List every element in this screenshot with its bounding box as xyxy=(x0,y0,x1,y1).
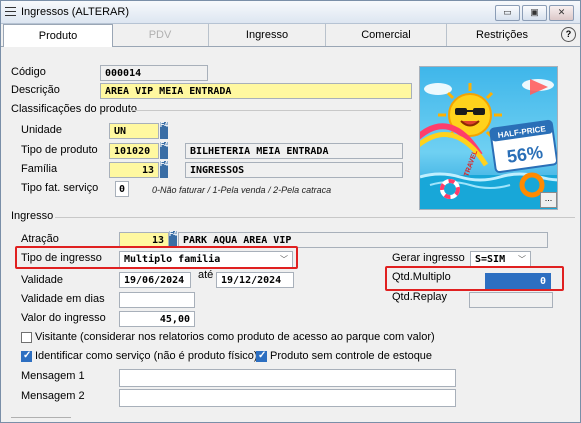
unidade-label: Unidade xyxy=(21,124,62,136)
gerar-ingresso-label: Gerar ingresso xyxy=(392,252,465,264)
qtd-replay-field[interactable] xyxy=(469,292,553,308)
tipo-ingresso-highlight xyxy=(15,246,298,269)
close-button[interactable]: ✕ xyxy=(549,5,574,21)
validade-dias-label: Validade em dias xyxy=(21,293,105,305)
ingresso-divider xyxy=(55,217,575,218)
half-price-promo-image: HALF-PRICE 56% TRAVEL xyxy=(420,67,557,209)
title-bar: Ingressos (ALTERAR) ▭ ▣ ✕ xyxy=(1,1,580,24)
identificar-servico-checkbox[interactable] xyxy=(21,350,32,362)
window-title: Ingressos (ALTERAR) xyxy=(21,6,129,18)
sem-estoque-label: Produto sem controle de estoque xyxy=(270,350,433,362)
visitante-label: Visitante (considerar nos relatorios com… xyxy=(35,331,435,343)
validade-label: Validade xyxy=(21,274,63,286)
classificacoes-divider xyxy=(131,110,411,111)
familia-label: Família xyxy=(21,163,58,175)
image-browse-button[interactable]: ... xyxy=(540,192,557,208)
qtd-replay-label: Qtd.Replay xyxy=(392,291,448,303)
ingressos-window: Ingressos (ALTERAR) ▭ ▣ ✕ Produto PDV In… xyxy=(0,0,581,423)
descricao-field[interactable]: AREA VIP MEIA ENTRADA xyxy=(100,83,412,99)
valor-label: Valor do ingresso xyxy=(21,312,106,324)
tipo-fat-field[interactable]: 0 xyxy=(115,181,129,197)
valor-field[interactable]: 45,00 xyxy=(119,311,195,327)
minimize-button[interactable]: ▭ xyxy=(495,5,520,21)
tab-comercial[interactable]: Comercial xyxy=(326,24,447,46)
validade-dias-field[interactable] xyxy=(119,292,195,308)
descricao-label: Descrição xyxy=(11,84,60,96)
ate-label: até xyxy=(198,269,214,281)
restore-button[interactable]: ▣ xyxy=(522,5,547,21)
validade-ate-field[interactable]: 19/12/2024 xyxy=(216,272,294,288)
familia-code-field[interactable]: 13 xyxy=(109,162,159,178)
codigo-field[interactable]: 000014 xyxy=(100,65,208,81)
tab-pdv[interactable]: PDV xyxy=(112,24,209,46)
unidade-field[interactable]: UN xyxy=(109,123,159,139)
tipo-produto-label: Tipo de produto xyxy=(21,144,98,156)
product-image: HALF-PRICE 56% TRAVEL ... xyxy=(419,66,558,210)
mensagem1-field[interactable] xyxy=(119,369,456,387)
produto-tab-content: Código 000014 Descrição AREA VIP MEIA EN… xyxy=(1,47,580,422)
mensagem2-field[interactable] xyxy=(119,389,456,407)
qtd-multiplo-highlight xyxy=(385,266,564,291)
ingresso-group-label: Ingresso xyxy=(11,210,54,222)
codigo-label: Código xyxy=(11,66,46,78)
tipo-fat-hint: 0-Não faturar / 1-Pela venda / 2-Pela ca… xyxy=(152,185,332,195)
mensagem2-label: Mensagem 2 xyxy=(21,390,85,402)
tipo-fat-label: Tipo fat. serviço xyxy=(21,182,99,194)
help-icon[interactable]: ? xyxy=(561,27,576,42)
familia-desc-field: INGRESSOS xyxy=(185,162,403,178)
tab-ingresso[interactable]: Ingresso xyxy=(209,24,326,46)
tab-bar: Produto PDV Ingresso Comercial Restriçõe… xyxy=(1,24,580,48)
cut-off-section-divider xyxy=(11,417,71,418)
gerar-ingresso-value: S=SIM xyxy=(475,254,506,265)
mensagem1-label: Mensagem 1 xyxy=(21,370,85,382)
tipo-produto-desc-field: BILHETERIA MEIA ENTRADA xyxy=(185,143,403,159)
sem-estoque-checkbox[interactable] xyxy=(256,350,267,362)
chevron-down-icon: ﹀ xyxy=(518,255,526,264)
visitante-checkbox[interactable] xyxy=(21,332,32,343)
tipo-produto-code-field[interactable]: 101020 xyxy=(109,143,159,159)
unidade-lookup-button[interactable]: F4 xyxy=(160,122,168,139)
tipo-produto-lookup-button[interactable]: F4 xyxy=(160,142,168,159)
tab-produto[interactable]: Produto xyxy=(3,24,113,48)
classificacoes-group-label: Classificações do produto xyxy=(11,103,137,115)
validade-de-field[interactable]: 19/06/2024 xyxy=(119,272,191,288)
tab-restricoes[interactable]: Restrições xyxy=(447,24,557,46)
familia-lookup-button[interactable]: F4 xyxy=(160,161,168,178)
menu-icon[interactable] xyxy=(5,7,16,16)
identificar-servico-label: Identificar como serviço (não é produto … xyxy=(35,350,258,362)
atracao-label: Atração xyxy=(21,233,59,245)
